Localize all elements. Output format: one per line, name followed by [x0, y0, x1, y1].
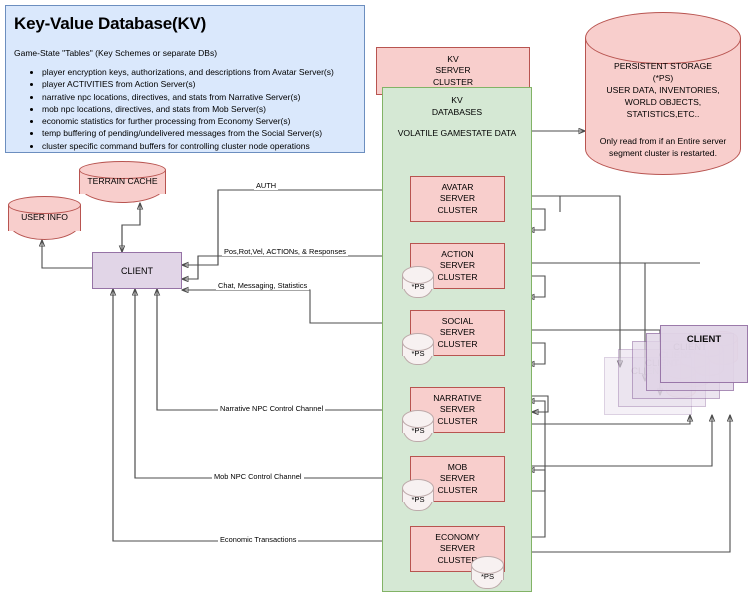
user-info-cylinder: USER INFO: [8, 196, 81, 240]
list-item: player ACTIVITIES from Action Server(s): [42, 78, 334, 90]
wire-economic-return: [113, 289, 410, 542]
terrain-cache-label: TERRAIN CACHE: [87, 176, 158, 187]
wire-narrative-channel: [156, 289, 410, 410]
kv-info-panel: Key-Value Database(KV) Game-State "Table…: [5, 5, 365, 153]
list-item: mob npc locations, directives, and stats…: [42, 103, 334, 115]
user-info-label: USER INFO: [21, 212, 68, 223]
social-ps-cylinder: *PS: [402, 333, 434, 365]
channel-label-posrotvel: Pos,Rot,Vel, ACTIONs, & Responses: [222, 247, 348, 256]
list-item: narrative npc locations, directives, and…: [42, 91, 334, 103]
cluster-line3: CLUSTER: [437, 271, 478, 282]
wire-terraincache-to-client: [122, 203, 141, 252]
client-box: CLIENT: [92, 252, 182, 289]
cluster-line3: CLUSTER: [437, 338, 478, 349]
diagram-canvas: Key-Value Database(KV) Game-State "Table…: [0, 0, 748, 600]
client-stack: CLIENT CLIENT CLIENT CLIENT CLIENT: [604, 325, 748, 415]
narrative-ps-cylinder: *PS: [402, 410, 434, 442]
cluster-line3: CLUSTER: [437, 415, 478, 426]
list-item: cluster specific command buffers for con…: [42, 140, 334, 152]
avatar-server-cluster-box: AVATAR SERVER CLUSTER: [410, 176, 505, 222]
channel-label-chat: Chat, Messaging, Statistics: [216, 281, 310, 290]
persistent-storage-title: PERSISTENT STORAGE (*PS) USER DATA, INVE…: [606, 61, 720, 119]
wire-mob-to-clientstack: [505, 415, 712, 467]
wire-mob-channel: [134, 289, 410, 478]
ps-label: *PS: [480, 572, 495, 582]
channel-label-auth: AUTH: [254, 181, 279, 190]
cluster-line3: CLUSTER: [437, 484, 478, 495]
list-item: economic statistics for further processi…: [42, 115, 334, 127]
ps-label: *PS: [411, 281, 425, 291]
cluster-line2: SERVER: [439, 260, 476, 271]
ps-label: *PS: [411, 348, 425, 358]
cluster-line1: MOB: [447, 461, 468, 472]
wire-action-return: [182, 256, 199, 279]
channel-label-mob: Mob NPC Control Channel: [212, 472, 304, 481]
ps-label: *PS: [411, 494, 425, 504]
cluster-line1: AVATAR: [441, 181, 474, 192]
wire-economic-channel: [112, 289, 410, 541]
kv-databases-subtitle: VOLATILE GAMESTATE DATA: [397, 128, 517, 138]
cluster-line3: CLUSTER: [437, 204, 478, 215]
wire-chat-channel: [182, 290, 410, 324]
channel-label-narrative: Narrative NPC Control Channel: [218, 404, 326, 413]
kv-server-cluster-line1: KV: [447, 53, 459, 64]
cluster-line2: SERVER: [439, 193, 476, 204]
persistent-storage-note: Only read from if an Entire server segme…: [599, 136, 727, 158]
persistent-storage-text: PERSISTENT STORAGE (*PS) USER DATA, INVE…: [585, 12, 741, 175]
wire-narrative-to-clientstack: [505, 415, 690, 425]
channel-label-economic: Economic Transactions: [218, 535, 299, 544]
kv-server-cluster-line2: SERVER: [435, 65, 471, 76]
wire-client-to-userinfo: [42, 240, 92, 269]
wire-auth-return: [182, 190, 219, 265]
cluster-line2: SERVER: [439, 543, 476, 554]
cluster-line2: SERVER: [439, 473, 476, 484]
ps-label: *PS: [411, 425, 425, 435]
kv-panel-title: Key-Value Database(KV): [14, 14, 207, 33]
cluster-line1: ACTION: [441, 248, 474, 259]
cluster-line1: NARRATIVE: [433, 392, 482, 403]
mob-ps-cylinder: *PS: [402, 479, 434, 511]
persistent-storage-cylinder: PERSISTENT STORAGE (*PS) USER DATA, INVE…: [585, 12, 741, 175]
cluster-line1: ECONOMY: [435, 531, 480, 542]
wire-mob-return: [135, 289, 410, 479]
wire-client-to-terraincache: [121, 203, 140, 252]
wire-economy-to-clientstack: [505, 415, 730, 553]
cluster-line2: SERVER: [439, 327, 476, 338]
cluster-line1: SOCIAL: [441, 315, 474, 326]
kv-databases-line1: KV: [451, 95, 463, 105]
wire-action-channel: [182, 256, 410, 280]
list-item: player encryption keys, authorizations, …: [42, 66, 334, 78]
action-ps-cylinder: *PS: [402, 266, 434, 298]
kv-databases-title: KV DATABASES: [383, 95, 531, 118]
kv-databases-line2: DATABASES: [431, 106, 483, 117]
client-stack-label: CLIENT: [686, 334, 722, 345]
cluster-line2: SERVER: [439, 404, 476, 415]
client-label: CLIENT: [120, 265, 153, 276]
list-item: temp buffering of pending/undelivered me…: [42, 127, 334, 139]
client-stack-item[interactable]: CLIENT: [660, 325, 748, 383]
economy-ps-cylinder: *PS: [471, 556, 504, 589]
terrain-cache-cylinder: TERRAIN CACHE: [79, 161, 166, 203]
kv-panel-subtitle: Game-State "Tables" (Key Schemes or sepa…: [14, 48, 218, 58]
kv-panel-bullet-list: player encryption keys, authorizations, …: [28, 66, 334, 152]
wire-narrative-return: [157, 289, 410, 411]
